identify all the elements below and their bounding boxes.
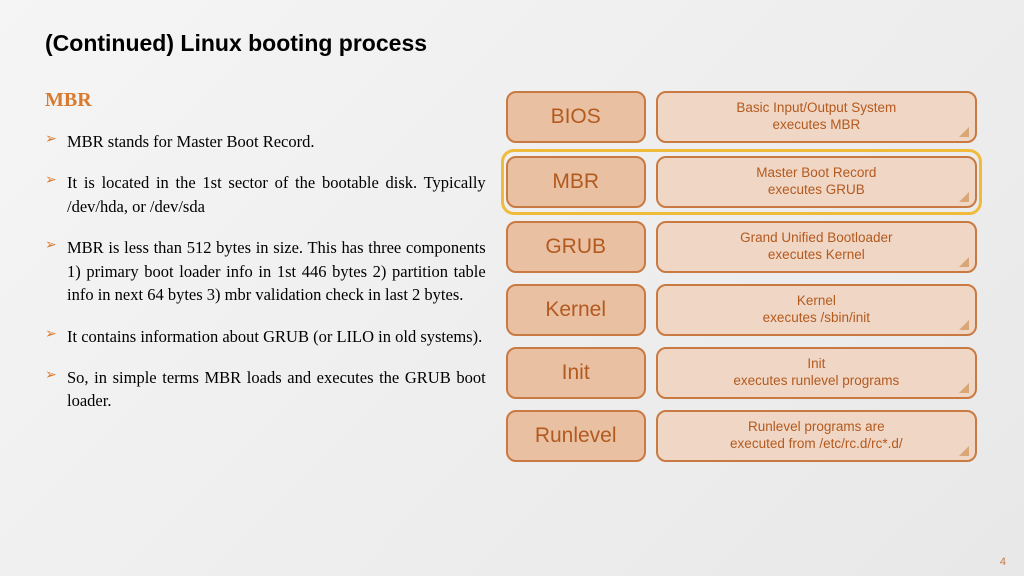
- stage-row: InitInitexecutes runlevel programs: [504, 345, 979, 401]
- stage-row: MBRMaster Boot Recordexecutes GRUB: [504, 152, 979, 212]
- slide: (Continued) Linux booting process MBR MB…: [0, 0, 1024, 576]
- stage-label: GRUB: [506, 221, 646, 273]
- stage-row: KernelKernelexecutes /sbin/init: [504, 282, 979, 338]
- slide-title: (Continued) Linux booting process: [45, 30, 979, 57]
- stage-description: Runlevel programs areexecuted from /etc/…: [656, 410, 977, 462]
- section-heading: MBR: [45, 89, 486, 112]
- stage-label: MBR: [506, 156, 646, 208]
- bullet-item: MBR stands for Master Boot Record.: [45, 130, 486, 153]
- stage-description: Basic Input/Output Systemexecutes MBR: [656, 91, 977, 143]
- stage-label: Runlevel: [506, 410, 646, 462]
- content-area: MBR MBR stands for Master Boot Record. I…: [45, 89, 979, 464]
- stage-description: Grand Unified Bootloaderexecutes Kernel: [656, 221, 977, 273]
- stage-row: GRUBGrand Unified Bootloaderexecutes Ker…: [504, 219, 979, 275]
- bullet-item: MBR is less than 512 bytes in size. This…: [45, 236, 486, 306]
- boot-diagram: BIOSBasic Input/Output Systemexecutes MB…: [504, 89, 979, 464]
- stage-description: Initexecutes runlevel programs: [656, 347, 977, 399]
- stage-label: Kernel: [506, 284, 646, 336]
- stage-description: Kernelexecutes /sbin/init: [656, 284, 977, 336]
- stage-row: BIOSBasic Input/Output Systemexecutes MB…: [504, 89, 979, 145]
- stage-label: BIOS: [506, 91, 646, 143]
- bullet-list: MBR stands for Master Boot Record. It is…: [45, 130, 486, 413]
- page-number: 4: [1000, 556, 1006, 568]
- text-column: MBR MBR stands for Master Boot Record. I…: [45, 89, 486, 464]
- bullet-item: It contains information about GRUB (or L…: [45, 325, 486, 348]
- stage-description: Master Boot Recordexecutes GRUB: [656, 156, 977, 208]
- stage-label: Init: [506, 347, 646, 399]
- stage-row: RunlevelRunlevel programs areexecuted fr…: [504, 408, 979, 464]
- bullet-item: It is located in the 1st sector of the b…: [45, 171, 486, 218]
- bullet-item: So, in simple terms MBR loads and execut…: [45, 366, 486, 413]
